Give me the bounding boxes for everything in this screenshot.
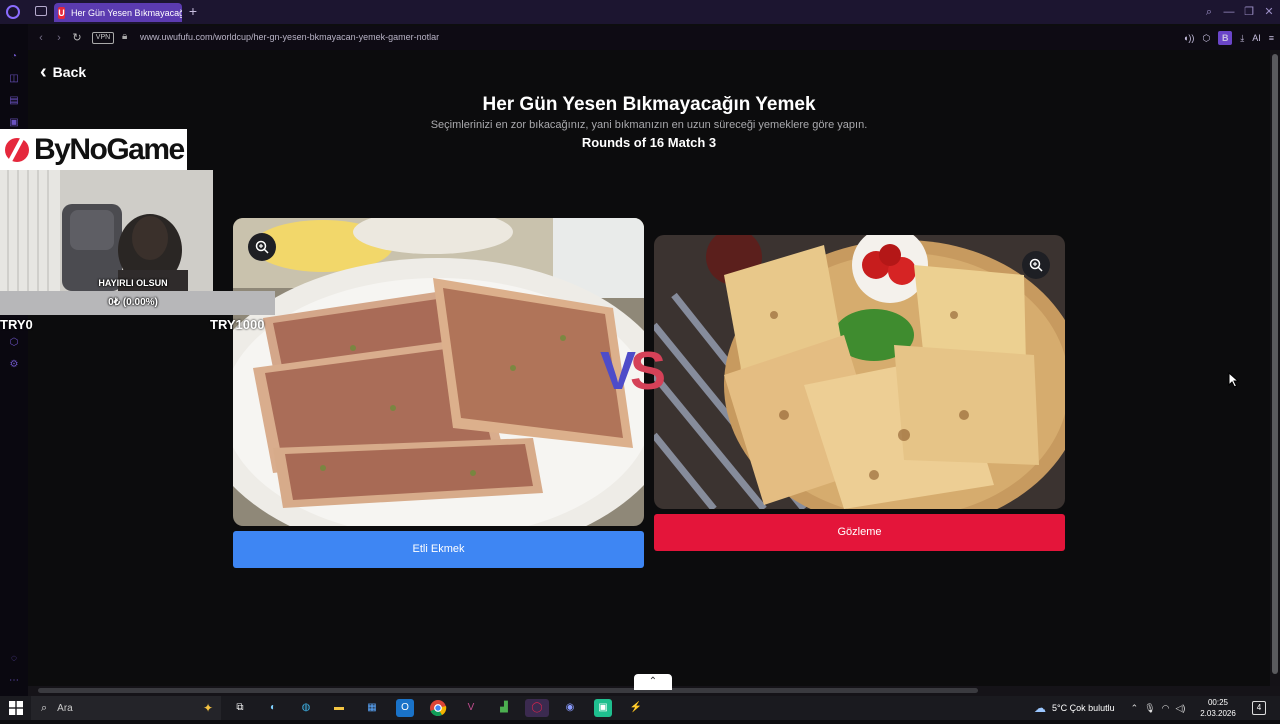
gx-icon[interactable]: ◌	[7, 652, 21, 666]
wifi-icon[interactable]: ◠	[1162, 703, 1170, 714]
chrome-logo	[430, 700, 447, 717]
donation-min-label: TRY0	[0, 317, 33, 332]
messenger-icon[interactable]: ▣	[7, 116, 21, 130]
minimize-icon[interactable]: —	[1222, 5, 1236, 19]
task-view-icon[interactable]: ⧉	[231, 699, 249, 717]
round-indicator: Rounds of 16 Match 3	[581, 135, 717, 150]
hscroll-thumb[interactable]	[38, 688, 978, 693]
taskbar-search[interactable]: ⌕ Ara ✦	[31, 696, 221, 720]
taskbar: ⌕ Ara ✦ ⧉ ◐ ◍ ▬ ▦ O V ▟ ◯ ◉ ▣ ⚡ ☁ 5°C Ço…	[0, 696, 1280, 720]
bynogame-logo-icon	[5, 133, 29, 164]
restore-icon[interactable]: ❐	[1242, 5, 1256, 19]
clock-time: 00:25	[1207, 698, 1229, 707]
clock-date: 2.03.2026	[1200, 709, 1236, 718]
notification-icon[interactable]: 4	[1252, 701, 1266, 715]
webcam-overlay	[0, 170, 213, 291]
chevron-up-icon[interactable]: ⌃	[634, 674, 672, 690]
back-label: Back	[52, 64, 87, 80]
mouse-cursor-icon	[1228, 372, 1240, 388]
browser-sidebar: ◔ ◫ ▤ ▣ ⬡ ⚙ ◌ ⋯	[0, 24, 28, 696]
vertical-scrollbar[interactable]	[1270, 50, 1280, 686]
more-icon[interactable]: ⋯	[7, 674, 21, 688]
choice-right-button[interactable]: Gözleme	[654, 514, 1065, 551]
left-choice-image[interactable]	[233, 218, 644, 526]
toolbar-right: ◖)) ⬡ B ⤓ AI ≡	[1183, 30, 1274, 46]
cloud-icon: ☁	[1034, 701, 1046, 715]
forward-icon[interactable]: ›	[52, 31, 66, 45]
vpn-badge[interactable]: VPN	[92, 32, 114, 44]
download-icon[interactable]: ⤓	[1240, 33, 1244, 44]
vs-s: S	[630, 341, 666, 401]
gozleme-photo	[654, 235, 1065, 509]
zoom-in-icon	[255, 240, 269, 254]
url-input[interactable]: www.uwufufu.com/worldcup/her-gn-yesen-bk…	[140, 32, 439, 42]
notes-icon[interactable]: ▟	[495, 699, 513, 717]
windows-icon[interactable]	[9, 701, 23, 715]
sponsor-logo-text: ByNoGame	[34, 132, 185, 166]
scrollbar-thumb[interactable]	[1272, 54, 1278, 674]
settings-icon[interactable]: ⚙	[7, 358, 21, 372]
weather-text[interactable]: 5°C Çok bulutlu	[1052, 703, 1115, 713]
app-green-icon[interactable]: ▣	[594, 699, 612, 717]
microphone-icon[interactable]: 🎙︎	[1144, 703, 1155, 714]
taskbar-search-placeholder: Ara	[57, 702, 73, 714]
bag-icon[interactable]: ◫	[7, 72, 21, 86]
sponsor-logo: ByNoGame	[0, 129, 187, 170]
opera-icon[interactable]	[6, 5, 20, 19]
right-choice-image[interactable]	[654, 235, 1065, 509]
donation-title: HAYIRLI OLSUN	[98, 278, 168, 288]
chevron-left-icon: ‹	[40, 61, 47, 83]
ai-button[interactable]: AI	[1252, 33, 1261, 43]
page-title: Her Gün Yesen Bıkmayacağın Yemek	[482, 94, 816, 115]
history-icon[interactable]: ◔	[7, 50, 21, 64]
zoom-right-button[interactable]	[1022, 251, 1050, 279]
extensions-icon[interactable]: ⬡	[1202, 33, 1210, 44]
zoom-left-button[interactable]	[248, 233, 276, 261]
close-icon[interactable]: ✕	[1262, 5, 1276, 19]
back-button[interactable]: ‹ Back	[40, 62, 86, 82]
outlook-icon[interactable]: O	[396, 699, 414, 717]
opera-gx-taskbar-icon[interactable]: ◯	[525, 699, 549, 717]
reader-icon[interactable]: ◖))	[1183, 33, 1194, 43]
reload-icon[interactable]: ↻	[70, 31, 84, 45]
browser-tab-bar: U Her Gün Yesen Bıkmayacağın Yemek - uwu…	[0, 0, 1280, 24]
back-icon[interactable]: ‹	[34, 31, 48, 45]
favicon-icon: U	[58, 6, 66, 19]
tabs-icon[interactable]	[35, 6, 47, 16]
vs-v: V	[600, 341, 636, 401]
store-icon[interactable]: ▦	[363, 699, 381, 717]
sparkle-icon: ✦	[202, 701, 213, 715]
zoom-in-icon	[1029, 258, 1043, 272]
tab-title: Her Gün Yesen Bıkmayacağın Yemek - uwufu…	[71, 7, 182, 18]
address-bar: ‹ › ↻ VPN 🔒︎ www.uwufufu.com/worldcup/he…	[28, 26, 1280, 50]
edge-icon[interactable]: ◍	[297, 699, 315, 717]
file-explorer-icon[interactable]: ▬	[330, 699, 348, 717]
clock[interactable]: 00:25 2.03.2026	[1198, 697, 1238, 719]
lock-icon[interactable]: 🔒︎	[122, 31, 132, 44]
discord-icon[interactable]: ◉	[561, 699, 579, 717]
copilot-icon[interactable]: ◐	[264, 699, 282, 717]
webcam-feed	[0, 170, 213, 291]
search-icon: ⌕	[41, 701, 48, 714]
profile-badge[interactable]: B	[1218, 31, 1233, 45]
system-tray: ☁ 5°C Çok bulutlu ⌃ 🎙︎ ◠ ◁)	[1034, 696, 1185, 720]
choice-left-button[interactable]: Etli Ekmek	[233, 531, 644, 568]
new-tab-button[interactable]: +	[186, 3, 200, 20]
speaker-icon[interactable]: ◁)	[1175, 703, 1185, 714]
page-subtitle: Seçimlerinizi en zor bıkacağınız, yani b…	[430, 119, 868, 131]
app-red-icon[interactable]: ⚡	[627, 699, 645, 717]
menu-icon[interactable]: ≡	[1269, 33, 1274, 43]
extension-icon[interactable]: ⬡	[7, 336, 21, 350]
tab-active[interactable]: U Her Gün Yesen Bıkmayacağın Yemek - uwu…	[54, 3, 182, 22]
chevron-up-tray-icon[interactable]: ⌃	[1131, 703, 1139, 714]
chrome-icon[interactable]	[429, 699, 447, 717]
donation-max-label: TRY1000	[210, 317, 265, 332]
vs-label: VS	[600, 340, 666, 402]
vsc-icon[interactable]: V	[462, 699, 480, 717]
search-tabs-icon[interactable]: ⌕	[1202, 5, 1216, 19]
news-icon[interactable]: ▤	[7, 94, 21, 108]
etli-ekmek-photo	[233, 218, 644, 526]
donation-progress-text: 0₺ (0.00%)	[108, 297, 158, 308]
